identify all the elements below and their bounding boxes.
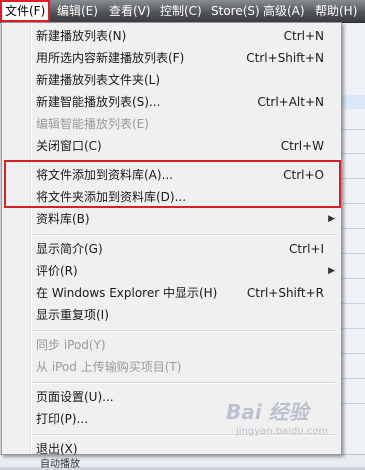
background-row-line: [341, 203, 365, 204]
menu-item-label: 退出(X): [36, 442, 78, 456]
menu-item-transfer-purchases: 从 iPod 上传输购买项目(T): [2, 356, 341, 378]
menu-item-label: 资料库(B): [36, 212, 90, 226]
menu-item-new-playlist[interactable]: 新建播放列表(N) Ctrl+N: [2, 25, 341, 47]
menu-item-label: 页面设置(U)...: [36, 390, 114, 404]
background-row-line: [341, 278, 365, 279]
menu-item-show-duplicates[interactable]: 显示重复项(I): [2, 304, 341, 326]
background-row-line: [341, 228, 365, 229]
menu-advanced[interactable]: 高级(A): [263, 0, 305, 22]
watermark-logo-text: Bai 经验: [226, 400, 309, 424]
menu-separator: [32, 382, 335, 384]
menu-item-label: 关闭窗口(C): [36, 139, 102, 153]
menu-bar: 文件(F) 编辑(E) 查看(V) 控制(C) Store(S) 高级(A) 帮…: [0, 0, 365, 23]
menu-item-shortcut: Ctrl+Shift+R: [246, 286, 324, 300]
menu-item-label: 新建智能播放列表(S)...: [36, 95, 161, 109]
menu-item-shortcut: Ctrl+O: [283, 168, 324, 182]
menu-item-rating[interactable]: 评价(R) ▶: [2, 260, 341, 282]
background-list: [341, 23, 365, 466]
menu-item-label: 同步 iPod(Y): [36, 338, 106, 352]
menu-item-label: 将文件添加到资料库(A)...: [36, 168, 174, 182]
menu-item-label: 从 iPod 上传输购买项目(T): [36, 360, 182, 374]
menu-item-new-playlist-folder[interactable]: 新建播放列表文件夹(L): [2, 69, 341, 91]
menu-separator: [32, 330, 335, 332]
background-row-line: [341, 153, 365, 154]
background-row-line: [341, 328, 365, 329]
file-menu-dropdown: 新建播放列表(N) Ctrl+N 用所选内容新建播放列表(F) Ctrl+Shi…: [1, 22, 342, 456]
menu-store[interactable]: Store(S): [211, 0, 260, 22]
menu-item-library[interactable]: 资料库(B) ▶: [2, 208, 341, 230]
menu-separator: [32, 160, 335, 162]
menu-edit[interactable]: 编辑(E): [57, 0, 98, 22]
menu-item-add-file-to-library[interactable]: 将文件添加到资料库(A)... Ctrl+O: [2, 164, 341, 186]
background-row-line: [341, 378, 365, 379]
menu-item-shortcut: Ctrl+Alt+N: [257, 95, 324, 109]
menu-item-label: 显示简介(G): [36, 242, 103, 256]
submenu-arrow-icon: ▶: [328, 214, 335, 224]
menu-item-add-folder-to-library[interactable]: 将文件夹添加到资料库(D)...: [2, 186, 341, 208]
baidu-watermark: Bai 经验 jingyan.baidu.com: [222, 396, 342, 456]
menu-item-label: 打印(P)...: [36, 412, 89, 426]
menu-separator: [32, 234, 335, 236]
menu-item-shortcut: Ctrl+W: [280, 139, 324, 153]
background-row-line: [341, 178, 365, 179]
menu-item-label: 编辑智能播放列表(E): [36, 117, 149, 131]
menu-item-shortcut: Ctrl+Shift+N: [246, 51, 324, 65]
menu-item-label: 用所选内容新建播放列表(F): [36, 51, 185, 65]
menu-item-edit-smart-playlist: 编辑智能播放列表(E): [2, 113, 341, 135]
watermark-url: jingyan.baidu.com: [236, 426, 329, 437]
menu-item-new-smart-playlist[interactable]: 新建智能播放列表(S)... Ctrl+Alt+N: [2, 91, 341, 113]
menu-help[interactable]: 帮助(H): [315, 0, 357, 22]
menu-item-shortcut: Ctrl+N: [283, 29, 324, 43]
menu-item-sync-ipod: 同步 iPod(Y): [2, 334, 341, 356]
menu-item-show-in-explorer[interactable]: 在 Windows Explorer 中显示(H) Ctrl+Shift+R: [2, 282, 341, 304]
menu-item-label: 新建播放列表(N): [36, 29, 127, 43]
menu-file[interactable]: 文件(F): [0, 0, 51, 22]
submenu-arrow-icon: ▶: [328, 266, 335, 276]
background-row-line: [341, 303, 365, 304]
background-row-line: [341, 353, 365, 354]
background-row-line: [341, 403, 365, 404]
menu-view[interactable]: 查看(V): [109, 0, 151, 22]
menu-item-shortcut: Ctrl+I: [289, 242, 324, 256]
menu-item-new-playlist-from-selection[interactable]: 用所选内容新建播放列表(F) Ctrl+Shift+N: [2, 47, 341, 69]
menu-item-label: 将文件夹添加到资料库(D)...: [36, 190, 187, 204]
background-selected-row: [341, 95, 365, 109]
menu-item-label: 新建播放列表文件夹(L): [36, 73, 161, 87]
menu-item-get-info[interactable]: 显示简介(G) Ctrl+I: [2, 238, 341, 260]
background-row-line: [341, 129, 365, 130]
menu-controls[interactable]: 控制(C): [160, 0, 202, 22]
menu-item-close-window[interactable]: 关闭窗口(C) Ctrl+W: [2, 135, 341, 157]
menu-item-label: 在 Windows Explorer 中显示(H): [36, 286, 218, 300]
menu-item-label: 评价(R): [36, 264, 78, 278]
menu-item-label: 显示重复项(I): [36, 308, 109, 322]
background-row-line: [341, 253, 365, 254]
